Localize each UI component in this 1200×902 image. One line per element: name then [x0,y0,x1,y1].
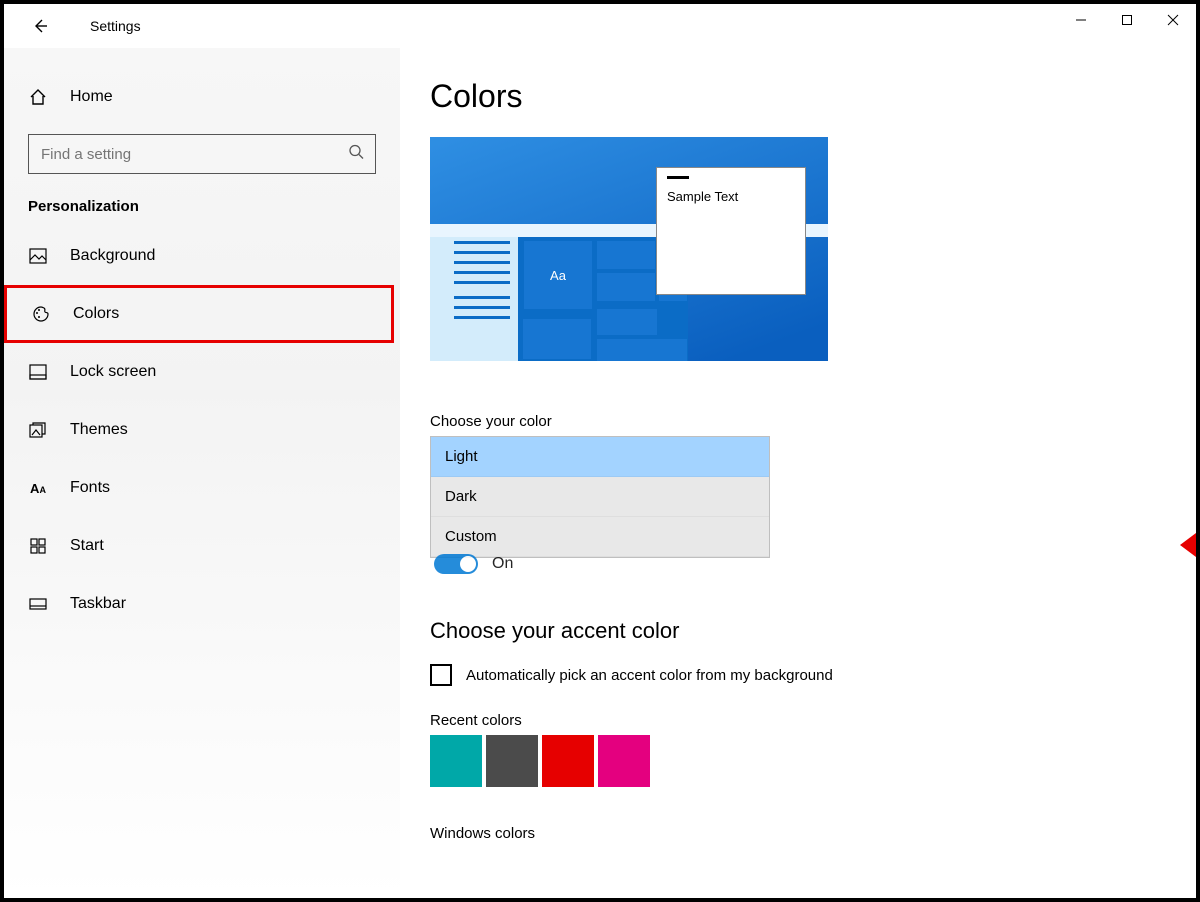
maximize-button[interactable] [1104,4,1150,36]
search-icon [348,144,364,165]
sidebar-item-background[interactable]: Background [4,227,400,285]
color-swatch[interactable] [542,735,594,787]
app-title: Settings [90,18,141,34]
sidebar-item-label: Start [70,537,104,555]
main-content: Colors Aa Sample Text [400,48,1196,898]
dropdown-option-label: Dark [445,488,477,505]
choose-color-label: Choose your color [430,413,1156,430]
sidebar-item-taskbar[interactable]: Taskbar [4,575,400,633]
transparency-toggle-row: On [430,552,1156,576]
sidebar-item-fonts[interactable]: AA Fonts [4,459,400,517]
sidebar-group-title: Personalization [4,174,400,227]
maximize-icon [1121,14,1133,26]
sidebar-item-label: Lock screen [70,363,156,381]
page-title: Colors [430,78,1156,115]
sidebar-item-label: Background [70,247,155,265]
auto-accent-label: Automatically pick an accent color from … [466,667,833,684]
taskbar-icon [28,594,48,614]
sample-text-label: Sample Text [667,189,738,204]
start-icon [28,536,48,556]
color-swatch[interactable] [430,735,482,787]
toggle-label: On [492,555,513,573]
sidebar-item-lock-screen[interactable]: Lock screen [4,343,400,401]
minimize-icon [1075,14,1087,26]
minimize-button[interactable] [1058,4,1104,36]
home-icon [28,87,48,107]
dropdown-option-label: Custom [445,528,497,545]
accent-color-heading: Choose your accent color [430,618,1156,644]
close-button[interactable] [1150,4,1196,36]
sidebar-item-start[interactable]: Start [4,517,400,575]
auto-accent-checkbox-row[interactable]: Automatically pick an accent color from … [430,664,1156,686]
title-bar: Settings [4,4,1196,48]
sidebar-item-label: Themes [70,421,128,439]
window-controls [1058,4,1196,36]
toggle-switch[interactable] [434,554,478,574]
color-swatch[interactable] [598,735,650,787]
sidebar-item-label: Colors [73,305,119,323]
annotation-arrow-icon [1180,480,1196,610]
preview-aa-tile: Aa [524,241,592,309]
home-label: Home [70,88,113,106]
dropdown-option-light[interactable]: Light [431,437,769,477]
sidebar-item-label: Fonts [70,479,110,497]
sidebar-item-label: Taskbar [70,595,126,613]
search-input[interactable] [28,134,376,174]
sidebar-item-colors[interactable]: Colors [4,285,394,343]
dropdown-option-custom[interactable]: Custom [431,517,769,557]
close-icon [1167,14,1179,26]
arrow-left-icon [32,18,48,34]
sidebar-item-themes[interactable]: Themes [4,401,400,459]
themes-icon [28,420,48,440]
search-box[interactable] [28,134,376,174]
dropdown-option-label: Light [445,448,478,465]
fonts-icon: AA [28,478,48,498]
color-preview: Aa Sample Text [430,137,828,361]
preview-sample-window: Sample Text [656,167,806,295]
back-button[interactable] [20,6,60,46]
picture-icon [28,246,48,266]
home-nav[interactable]: Home [4,68,400,126]
checkbox[interactable] [430,664,452,686]
windows-colors-label: Windows colors [430,825,1156,842]
color-swatch[interactable] [486,735,538,787]
recent-colors-label: Recent colors [430,712,1156,729]
dropdown-option-dark[interactable]: Dark [431,477,769,517]
lock-screen-icon [28,362,48,382]
sidebar: Home Personalization Background Colors [4,48,400,898]
recent-colors-swatches [430,735,1156,787]
palette-icon [31,304,51,324]
color-mode-dropdown[interactable]: Light Dark Custom [430,436,770,558]
